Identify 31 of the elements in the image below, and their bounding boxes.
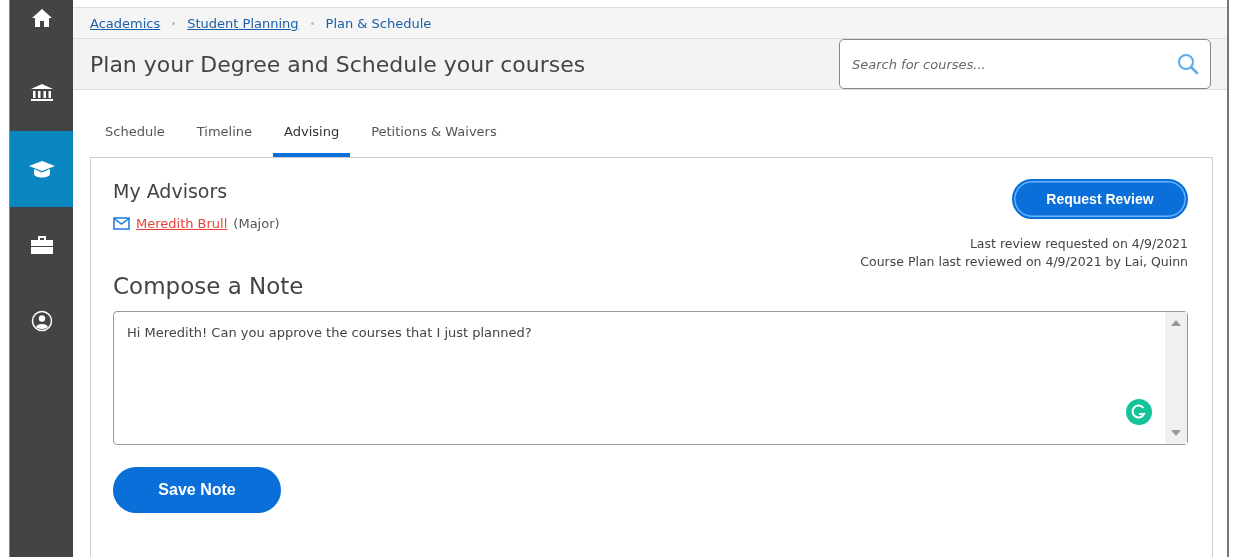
section-title: Compose a Note — [113, 273, 305, 299]
tab[interactable]: Timeline — [185, 108, 264, 157]
breadcrumb-link[interactable]: Academics — [90, 15, 161, 31]
scroll-down-icon[interactable] — [1171, 430, 1181, 436]
breadcrumb-link[interactable]: Student Planning — [187, 15, 299, 31]
home-icon — [30, 8, 53, 28]
save-note-button[interactable]: Save Note — [113, 467, 281, 513]
user-icon — [30, 310, 53, 332]
review-info: Last review requested on 4/9/2021 — [969, 235, 1188, 253]
page-title: Plan your Degree and Schedule your courses — [90, 51, 586, 77]
separator-dot — [172, 21, 176, 25]
tab[interactable]: Petitions & Waivers — [360, 108, 508, 157]
graduation-cap-icon — [27, 160, 56, 178]
grammar-assistant-icon[interactable] — [1126, 399, 1152, 425]
section-title: My Advisors — [113, 180, 229, 202]
tab[interactable]: Schedule — [94, 108, 176, 157]
bank-icon — [29, 83, 54, 103]
search-field[interactable]: Search for courses... — [839, 39, 1211, 89]
envelope-icon[interactable] — [113, 217, 130, 230]
breadcrumb-current: Plan & Schedule — [325, 15, 432, 31]
note-field[interactable]: Hi Meredith! Can you approve the courses that I just planned? — [113, 311, 1188, 445]
scroll-up-icon[interactable] — [1171, 320, 1181, 326]
scrollbar[interactable] — [1165, 312, 1187, 444]
request-review-button[interactable]: Request Review — [1012, 179, 1188, 219]
tab[interactable]: Advising — [273, 108, 351, 157]
briefcase-icon — [29, 235, 54, 255]
advisor-link[interactable]: Meredith Brull — [136, 216, 228, 231]
review-info: Course Plan last reviewed on 4/9/2021 by Lai, Quinn — [860, 253, 1188, 271]
separator-dot — [310, 21, 314, 25]
search-icon — [1177, 53, 1199, 75]
advisor-role: (Major) — [233, 216, 280, 231]
